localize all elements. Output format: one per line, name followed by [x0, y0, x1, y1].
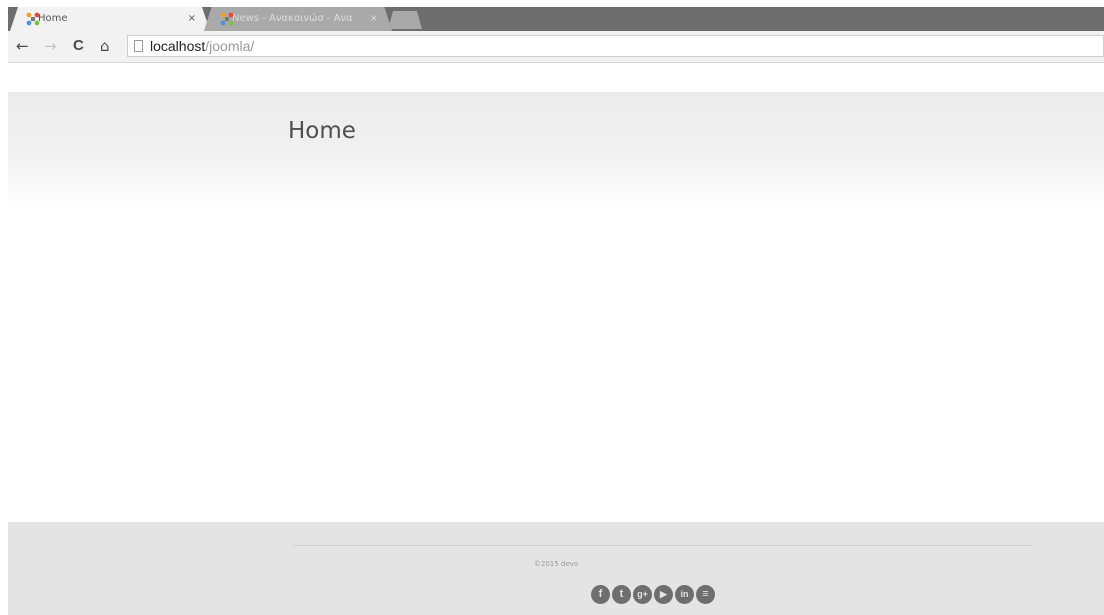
browser-toolbar: ← → C ⌂ localhost/joomla/: [8, 31, 1104, 63]
url-text: localhost/joomla/: [150, 38, 255, 54]
tab-close-icon[interactable]: ×: [370, 7, 378, 31]
back-arrow-icon[interactable]: ←: [16, 37, 29, 55]
tab-news[interactable]: News - Ανακοινώσ - Ανα ×: [204, 7, 392, 31]
tab-close-icon[interactable]: ×: [188, 7, 196, 31]
joomla-favicon-icon: [26, 12, 40, 26]
footer-divider: [293, 545, 1033, 546]
youtube-icon[interactable]: ▶: [654, 585, 673, 604]
tab-title: News - Ανακοινώσ - Ανα: [232, 13, 353, 24]
facebook-icon[interactable]: f: [591, 585, 610, 604]
copyright-text: ©2015 devo: [533, 560, 579, 568]
address-bar[interactable]: localhost/joomla/: [127, 35, 1104, 57]
tab-home[interactable]: Home ×: [10, 7, 210, 31]
page-header: Home: [8, 92, 1104, 210]
page-title: Home: [288, 118, 356, 144]
linkedin-icon[interactable]: in: [675, 585, 694, 604]
footer: ©2015 devo f t g+ ▶ in ≡: [8, 522, 1104, 615]
home-icon[interactable]: ⌂: [100, 37, 110, 55]
google-plus-icon[interactable]: g+: [633, 585, 652, 604]
rss-icon[interactable]: ≡: [696, 585, 715, 604]
twitter-icon[interactable]: t: [612, 585, 631, 604]
new-tab-button[interactable]: [388, 11, 422, 29]
joomla-favicon-icon: [220, 12, 234, 26]
reload-icon[interactable]: C: [73, 37, 84, 55]
social-links: f t g+ ▶ in ≡: [591, 585, 717, 607]
tab-title: Home: [38, 13, 68, 24]
forward-arrow-icon[interactable]: →: [44, 37, 57, 55]
tab-strip: Home × News - Ανακοινώσ - Ανα ×: [8, 7, 1104, 31]
page-icon: [134, 40, 143, 52]
